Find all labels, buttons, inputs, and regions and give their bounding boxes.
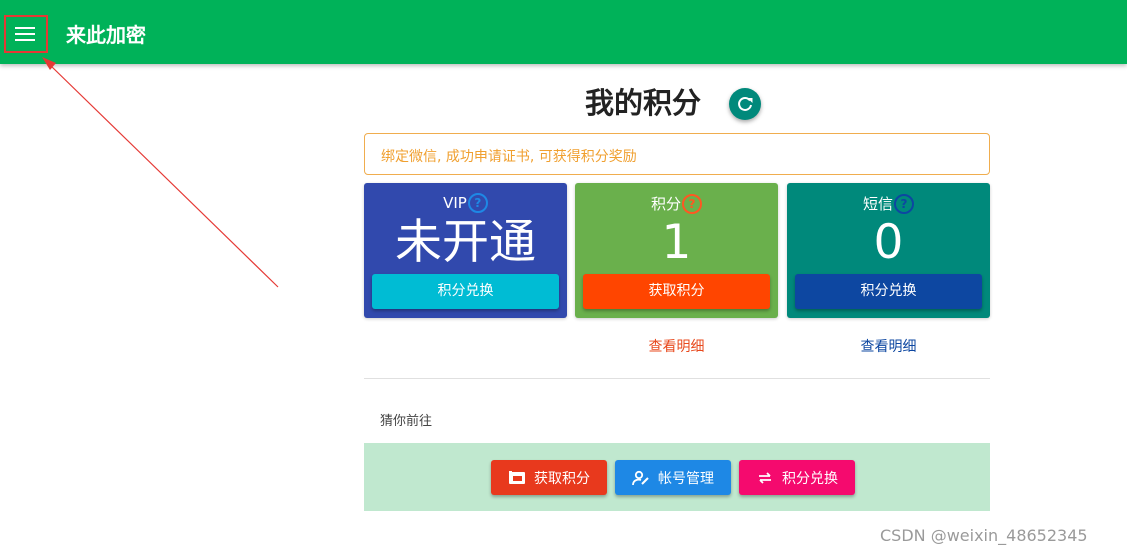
points-help-icon[interactable]: ? — [682, 193, 702, 214]
vip-card-label-row: VIP ? — [364, 193, 567, 213]
vip-card: VIP ? 未开通 积分兑换 — [364, 183, 567, 318]
vip-label: VIP — [443, 194, 467, 212]
points-card-label-row: 积分 ? — [575, 193, 778, 214]
vip-status-value: 未开通 — [395, 215, 536, 270]
sms-card: 短信 ? 0 积分兑换 — [787, 183, 990, 318]
points-label: 积分 — [650, 195, 681, 213]
wallet-icon — [509, 470, 525, 484]
menu-icon-line — [15, 39, 35, 41]
get-points-button[interactable]: 获取积分 — [583, 274, 770, 309]
sms-exchange-button[interactable]: 积分兑换 — [795, 274, 982, 309]
page-title: 我的积分 — [585, 86, 702, 120]
quick-account-label: 帐号管理 — [658, 470, 714, 487]
quick-exchange-label: 积分兑换 — [782, 470, 838, 487]
refresh-button[interactable] — [729, 88, 761, 120]
app-title: 来此加密 — [66, 23, 146, 47]
menu-icon-line — [15, 33, 35, 35]
quick-exchange-button[interactable]: 积分兑换 — [739, 460, 855, 495]
vip-help-icon[interactable]: ? — [467, 193, 488, 213]
sms-help-icon[interactable]: ? — [894, 193, 914, 214]
vip-exchange-button[interactable]: 积分兑换 — [372, 274, 559, 309]
user-edit-icon — [632, 470, 649, 485]
sms-card-label-row: 短信 ? — [787, 193, 990, 214]
menu-icon — [15, 27, 35, 29]
quick-get-points-label: 获取积分 — [534, 470, 590, 487]
points-value: 1 — [661, 215, 692, 270]
section-divider — [364, 378, 990, 379]
sms-label: 短信 — [862, 195, 893, 213]
points-card: 积分 ? 1 获取积分 — [575, 183, 778, 318]
quick-account-button[interactable]: 帐号管理 — [615, 460, 731, 495]
watermark: CSDN @weixin_48652345 — [880, 526, 1088, 545]
refresh-icon — [738, 96, 753, 111]
app-bar: 来此加密 — [0, 0, 1127, 64]
notice-banner: 绑定微信, 成功申请证书, 可获得积分奖励 — [364, 133, 990, 175]
menu-button[interactable] — [4, 15, 48, 53]
points-detail-link[interactable]: 查看明细 — [575, 336, 778, 356]
suggestions-label: 猜你前往 — [380, 414, 433, 429]
swap-icon — [759, 471, 771, 484]
sms-value: 0 — [873, 215, 904, 270]
sms-detail-link[interactable]: 查看明细 — [787, 336, 990, 356]
quick-get-points-button[interactable]: 获取积分 — [491, 460, 607, 495]
